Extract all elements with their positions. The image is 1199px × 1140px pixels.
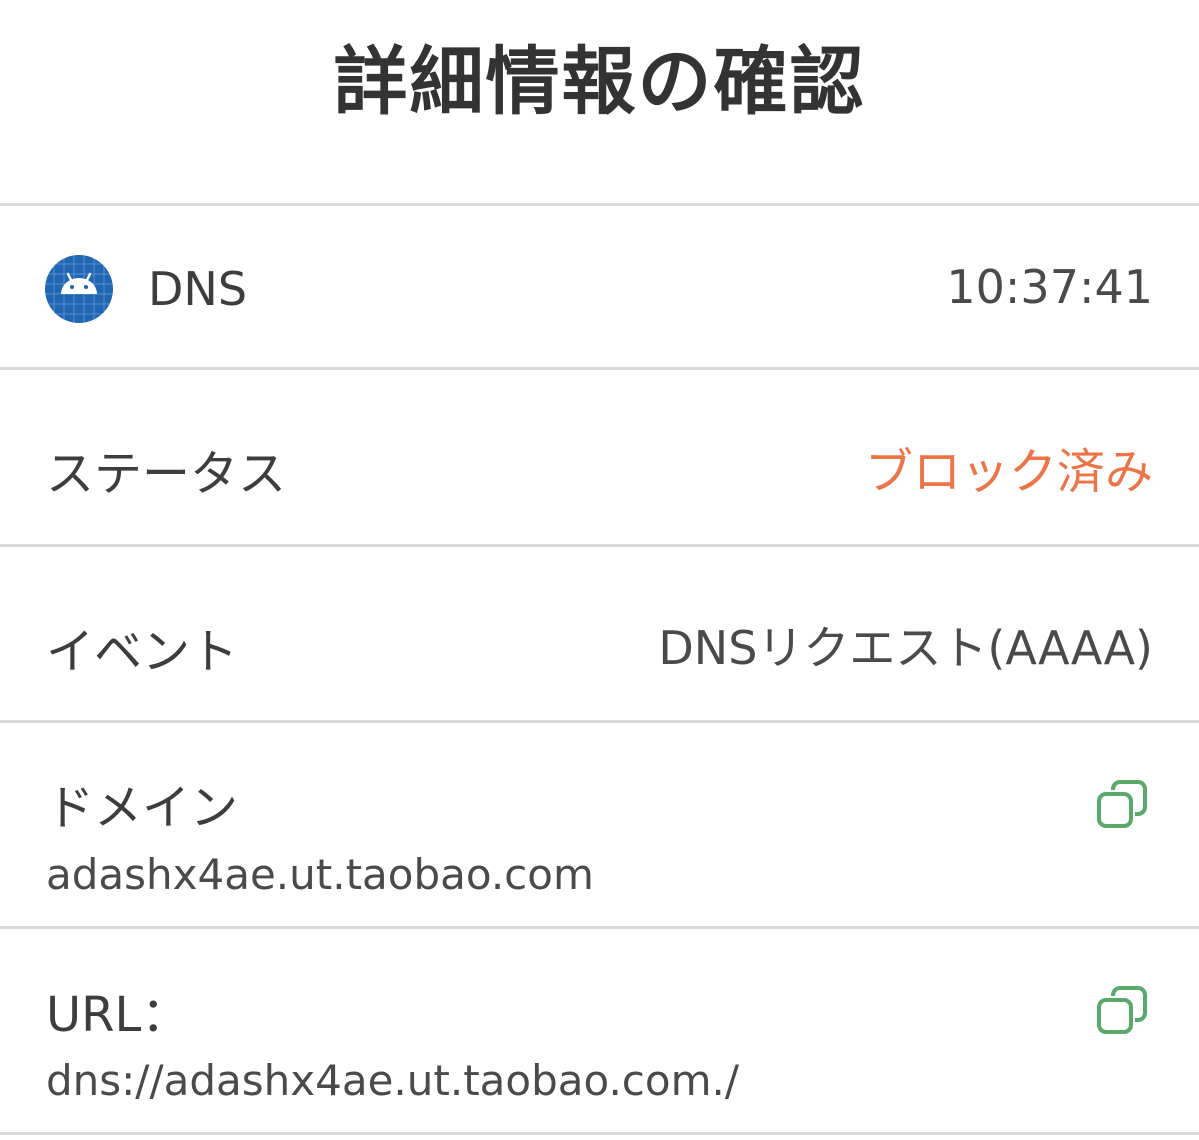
domain-label: ドメイン — [46, 780, 239, 836]
event-label: イベント — [46, 624, 239, 680]
app-name: DNS — [148, 262, 248, 316]
page-title: 詳細情報の確認 — [333, 39, 866, 125]
url-value: dns://adashx4ae.ut.taobao.com./ — [46, 1056, 739, 1105]
divider — [0, 1132, 1199, 1135]
status-label: ステータス — [46, 446, 287, 502]
domain-value: adashx4ae.ut.taobao.com — [46, 850, 594, 899]
status-value: ブロック済み — [864, 444, 1153, 500]
event-time: 10:37:41 — [946, 260, 1153, 314]
divider — [0, 720, 1199, 723]
divider — [0, 367, 1199, 370]
event-value: DNSリクエスト(AAAA) — [658, 621, 1153, 675]
url-label: URL： — [46, 987, 190, 1043]
divider — [0, 926, 1199, 929]
copy-url-icon[interactable] — [1095, 984, 1149, 1038]
divider — [0, 544, 1199, 547]
copy-domain-icon[interactable] — [1095, 778, 1149, 832]
android-app-icon — [45, 255, 113, 323]
divider — [0, 203, 1199, 206]
